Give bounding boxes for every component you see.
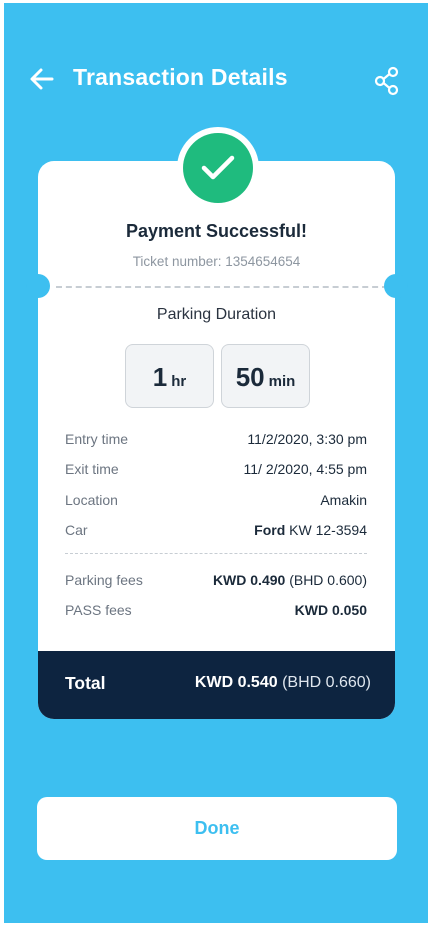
success-circle — [183, 133, 253, 203]
header: Transaction Details — [4, 61, 428, 101]
ticket-notch-left — [26, 274, 50, 298]
fee-value: KWD 0.490 (BHD 0.600) — [213, 572, 367, 588]
detail-label: Entry time — [65, 431, 129, 447]
duration-hours-unit: hr — [171, 373, 187, 390]
done-button[interactable]: Done — [37, 797, 397, 860]
total-secondary-amount: (BHD 0.660) — [282, 674, 371, 691]
arrow-left-icon — [30, 68, 54, 90]
fee-label: Parking fees — [65, 572, 143, 588]
parking-fees-row: Parking fees KWD 0.490 (BHD 0.600) — [65, 572, 367, 588]
fee-amount: KWD 0.490 — [212, 572, 286, 588]
check-icon — [201, 155, 235, 180]
receipt-card: Payment Successful! Ticket number: 13546… — [38, 161, 395, 719]
car-plate: KW 12-3594 — [289, 522, 367, 538]
duration-hours-value: 1 — [152, 362, 168, 392]
duration-hours-box: 1 hr — [125, 344, 214, 408]
fee-amount: KWD 0.050 — [294, 602, 367, 618]
detail-label: Location — [65, 492, 118, 508]
back-button[interactable] — [28, 65, 56, 93]
entry-time-row: Entry time 11/2/2020, 3:30 pm — [65, 431, 367, 447]
total-bar: Total KWD 0.540 (BHD 0.660) — [38, 651, 395, 719]
success-badge — [177, 127, 259, 209]
duration-minutes-box: 50 min — [221, 344, 310, 408]
fee-value: KWD 0.050 — [295, 602, 367, 618]
location-row: Location Amakin — [65, 492, 367, 508]
screen: Transaction Details Payment Successful! … — [4, 3, 428, 923]
duration-label: Parking Duration — [156, 306, 277, 323]
total-amount: KWD 0.540 — [194, 674, 278, 691]
share-button[interactable] — [373, 65, 401, 97]
detail-value: 11/2/2020, 3:30 pm — [247, 431, 367, 447]
divider — [56, 286, 388, 288]
detail-value: Amakin — [320, 492, 367, 508]
pass-fees-row: PASS fees KWD 0.050 — [65, 602, 367, 618]
page-title: Transaction Details — [73, 64, 288, 90]
ticket-notch-right — [384, 274, 408, 298]
divider — [65, 553, 367, 554]
fee-label: PASS fees — [65, 602, 132, 618]
payment-status-title: Payment Successful! — [125, 221, 308, 241]
duration-minutes-unit: min — [268, 373, 296, 390]
total-label: Total — [65, 672, 106, 693]
duration-minutes-value: 50 — [235, 362, 265, 392]
exit-time-row: Exit time 11/ 2/2020, 4:55 pm — [65, 461, 367, 477]
share-icon — [374, 66, 399, 96]
fee-secondary-amount: (BHD 0.600) — [289, 572, 367, 588]
car-make: Ford — [254, 522, 286, 538]
detail-value: 11/ 2/2020, 4:55 pm — [243, 461, 368, 477]
detail-label: Exit time — [65, 461, 119, 477]
detail-label: Car — [65, 522, 88, 538]
ticket-number: Ticket number: 1354654654 — [132, 254, 301, 269]
detail-value: Ford KW 12-3594 — [254, 522, 367, 538]
car-row: Car Ford KW 12-3594 — [65, 522, 367, 538]
total-value: KWD 0.540 (BHD 0.660) — [195, 674, 371, 692]
